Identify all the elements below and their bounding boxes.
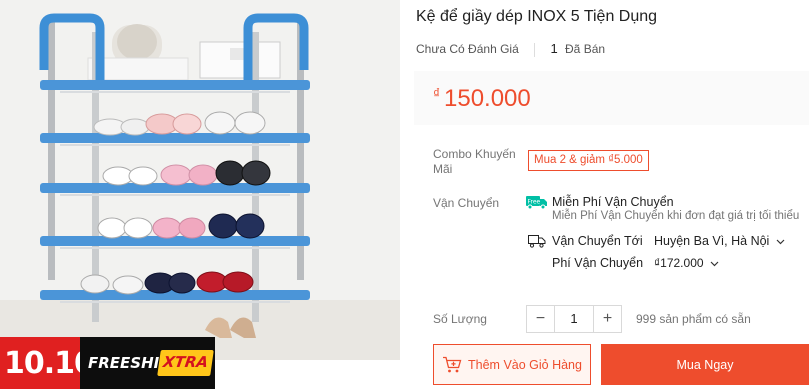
sold-label: Đã Bán [565,42,606,56]
ship-fee-label: Phí Vận Chuyển [552,256,644,270]
product-info: Kệ để giầy dép INOX 5 Tiện Dụng Chưa Có … [414,0,809,389]
promo-freeship-block: FREESHIP XTRA [80,337,215,389]
quantity-stepper: − 1 + [526,305,622,333]
quantity-label: Số Lượng [433,312,487,326]
add-cart-icon [443,356,462,372]
add-to-cart-button[interactable]: Thêm Vào Giỏ Hàng [433,344,591,385]
sold-count: 1 [550,41,558,56]
ship-to-value: Huyện Ba Vì, Hà Nội [654,234,770,248]
rating-row: Chưa Có Đánh Giá 1 Đã Bán [416,41,605,57]
promo-xtra-badge: XTRA [157,350,214,376]
truck-icon [528,235,546,248]
stock-available: 999 sản phẩm có sẵn [636,312,751,326]
combo-tag[interactable]: Mua 2 & giảm ₫5.000 [528,150,649,171]
buy-now-button[interactable]: Mua Ngay [601,344,809,385]
ship-to-selector[interactable]: Huyện Ba Vì, Hà Nội [654,234,785,248]
ship-to-label: Vận Chuyển Tới [552,234,643,248]
rating-divider [534,42,536,57]
freeship-truck-icon: Free [526,196,547,210]
product-title: Kệ để giầy dép INOX 5 Tiện Dụng [416,8,658,25]
shipping-label: Vận Chuyển [433,196,500,210]
chevron-down-icon [776,239,785,245]
shoe-rack-illustration [39,13,310,338]
quantity-increase-button[interactable]: + [593,306,621,332]
promo-banner: 10.10 FREESHIP XTRA [0,337,400,389]
product-image[interactable]: 10.10 FREESHIP XTRA [0,0,400,389]
promo-date-block: 10.10 [0,337,95,389]
price-currency: ₫ [433,85,441,101]
ship-fee-value: ₫172.000 [654,256,704,270]
chevron-down-icon [710,261,719,267]
freeship-badge-text: Free [528,199,541,206]
ship-fee-selector[interactable]: ₫172.000 [654,256,719,270]
quantity-input[interactable]: 1 [555,306,593,332]
free-shipping-title: Miễn Phí Vận Chuyển [552,195,674,209]
price-box: ₫ 150.000 [414,71,809,125]
quantity-decrease-button[interactable]: − [527,306,555,332]
add-to-cart-label: Thêm Vào Giỏ Hàng [468,357,582,372]
price-value: 150.000 [444,85,531,112]
combo-label: Combo Khuyến Mãi [433,147,516,176]
free-shipping-subtitle: Miễn Phí Vận Chuyển khi đơn đạt giá trị … [552,210,800,222]
rating-text[interactable]: Chưa Có Đánh Giá [416,42,519,56]
